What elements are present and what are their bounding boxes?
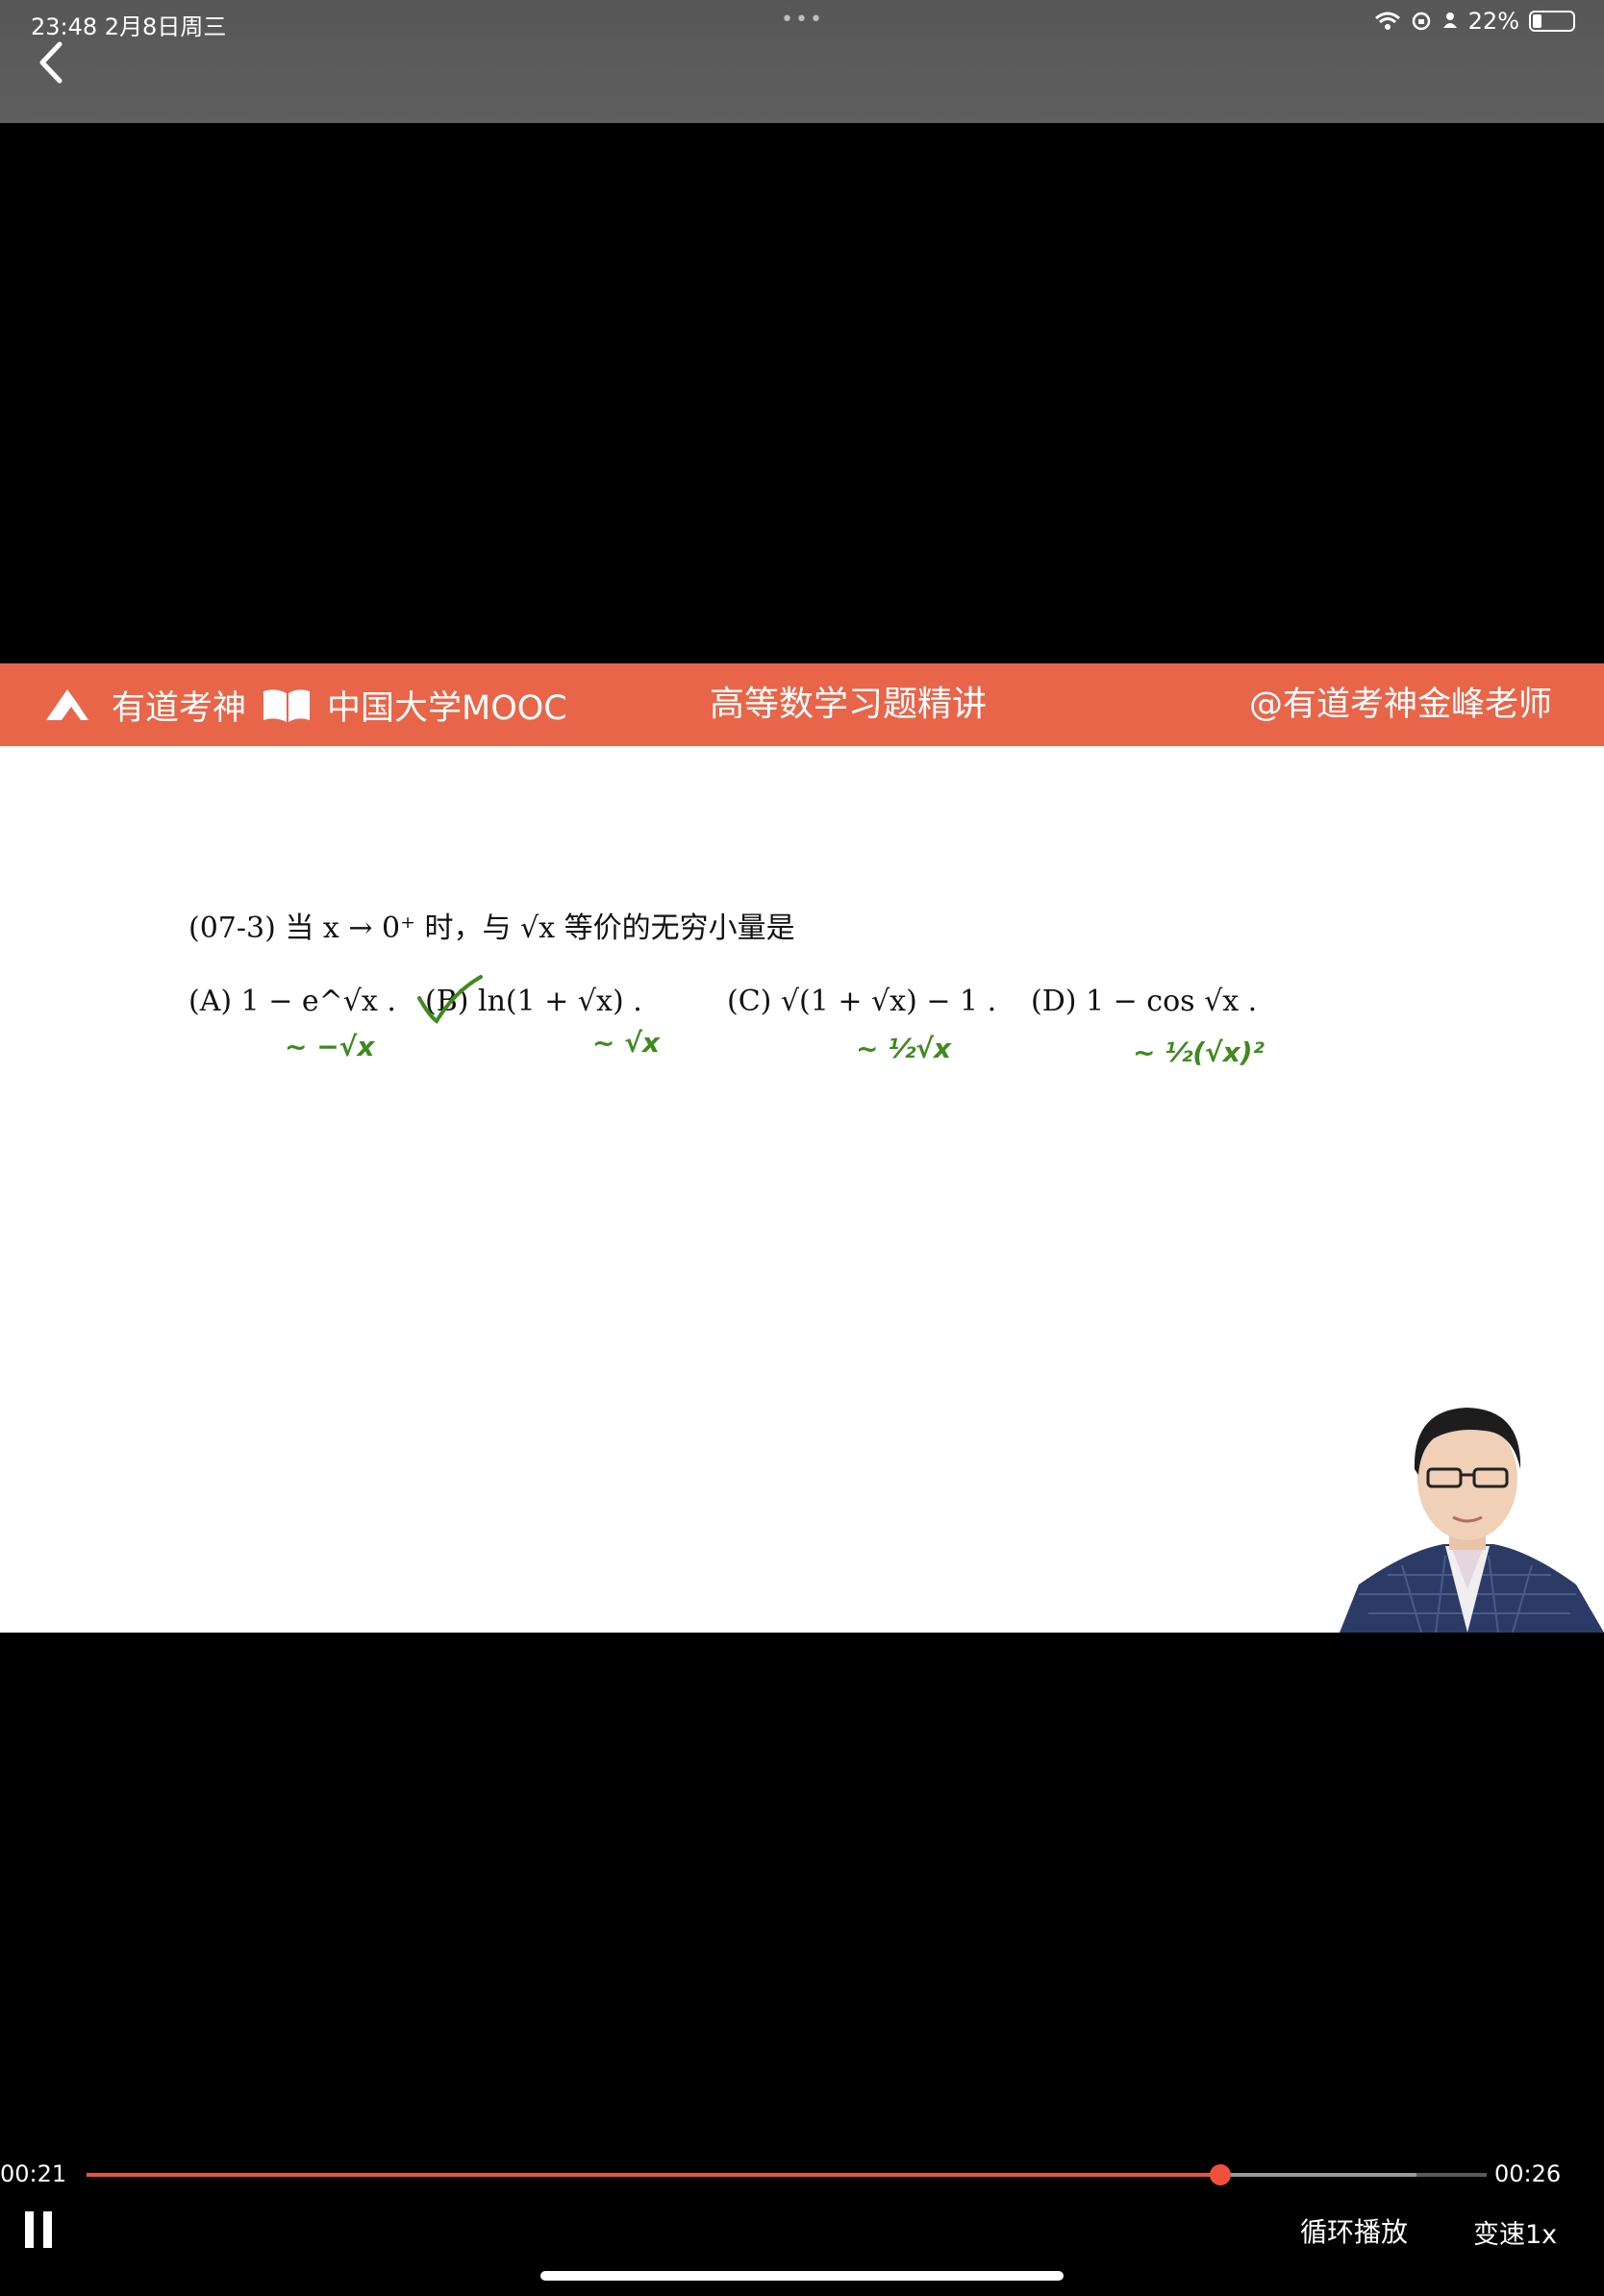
checkmark-icon (417, 975, 483, 1024)
handwritten-note-b: ~ √x (592, 1027, 660, 1059)
lock-rotation-icon (1412, 12, 1430, 31)
pause-icon (43, 2211, 52, 2248)
back-chevron-icon[interactable] (33, 38, 71, 87)
progress-bar[interactable] (87, 2164, 1487, 2185)
wifi-icon (1374, 12, 1400, 30)
status-time-date: 23:48 2月8日周三 (31, 13, 227, 40)
video-course-banner: 有道考神 中国大学MOOC 高等数学习题精讲 @有道考神金峰老师 (0, 663, 1604, 746)
youdao-logo-icon (46, 689, 88, 720)
handwritten-note-c: ~ ½√x (856, 1033, 951, 1064)
brand-youdao: 有道考神 (112, 688, 247, 728)
progress-thumb[interactable] (1210, 2164, 1232, 2185)
handwritten-note-a: ~ −√x (285, 1031, 375, 1062)
brand-mooc: 中国大学MOOC (327, 688, 567, 728)
pause-icon (25, 2211, 34, 2248)
battery-percent: 22% (1467, 8, 1519, 35)
question-text: (07-3) 当 x → 0⁺ 时，与 √x 等价的无穷小量是 (188, 911, 795, 945)
battery-icon (1529, 11, 1575, 32)
option-label: (C) (727, 985, 772, 1018)
mooc-book-icon (263, 689, 311, 722)
option-expr: ln(1 + √x) . (478, 985, 642, 1018)
multitask-dots[interactable]: ••• (781, 8, 824, 32)
home-indicator[interactable] (540, 2271, 1064, 2281)
top-bar: 23:48 2月8日周三 ••• 22% (0, 0, 1604, 123)
current-time: 00:21 (0, 2160, 67, 2187)
playback-speed-button[interactable]: 变速1x (1473, 2213, 1557, 2251)
pause-button[interactable] (25, 2211, 56, 2248)
course-title: 高等数学习题精讲 (710, 685, 988, 724)
teacher-portrait (1340, 1408, 1604, 1633)
option-c: (C) √(1 + √x) − 1 . (727, 985, 996, 1018)
status-icons: 22% (1374, 8, 1575, 35)
person-icon (1442, 12, 1457, 28)
option-expr: √(1 + √x) − 1 . (780, 985, 997, 1018)
total-time: 00:26 (1494, 2160, 1562, 2187)
option-d: (D) 1 − cos √x . (1031, 985, 1257, 1018)
teacher-handle: @有道考神金峰老师 (1248, 686, 1552, 724)
handwritten-note-d: ~ ½(√x)² (1133, 1036, 1265, 1068)
option-expr: 1 − cos √x . (1086, 985, 1258, 1018)
option-label: (D) (1031, 985, 1077, 1018)
banner-brands: 有道考神 中国大学MOOC (42, 663, 567, 746)
loop-play-button[interactable]: 循环播放 (1300, 2211, 1408, 2250)
option-label: (A) (188, 985, 233, 1018)
option-expr: 1 − e^√x . (240, 985, 396, 1018)
played-bar (87, 2173, 1221, 2177)
option-a: (A) 1 − e^√x . (188, 985, 396, 1018)
video-slide: (07-3) 当 x → 0⁺ 时，与 √x 等价的无穷小量是 (A) 1 − … (0, 746, 1604, 1633)
